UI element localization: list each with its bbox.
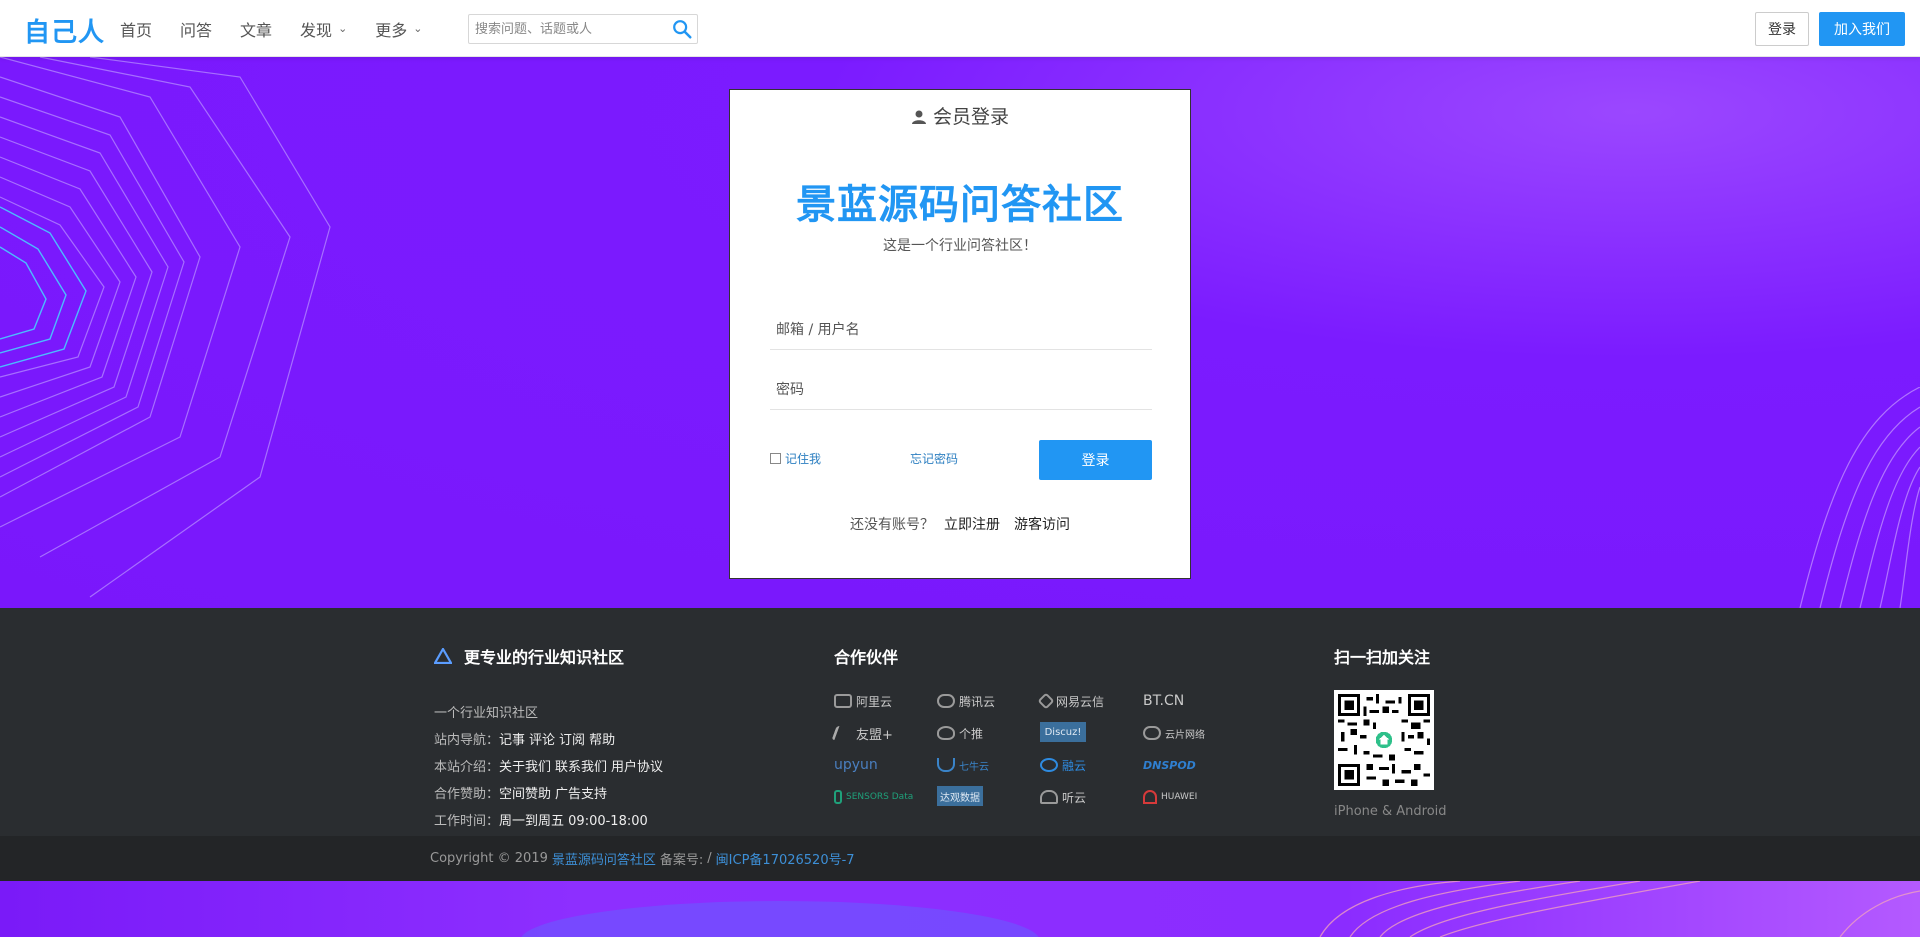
search-input[interactable]	[469, 15, 659, 43]
footer-qr: 扫一扫加关注 iPhone & Android	[1334, 644, 1447, 819]
chevron-down-icon: ⌄	[338, 22, 348, 35]
footer-link-comments[interactable]: 评论	[529, 733, 555, 748]
partner-logo[interactable]: 友盟+	[831, 722, 915, 744]
partner-logo[interactable]: 阿里云	[834, 690, 915, 712]
sensors-icon	[834, 790, 842, 804]
aliyun-icon	[834, 694, 852, 708]
header-login-button[interactable]: 登录	[1755, 12, 1809, 46]
footer-about: 更专业的行业知识社区 一个行业知识社区 站内导航：记事 评论 订阅 帮助 本站介绍：关…	[434, 644, 764, 829]
copyright-text: Copyright © 2019	[430, 851, 548, 866]
footer-link-space-sponsor[interactable]: 空间赞助	[499, 787, 551, 802]
nav-item-more[interactable]: 更多 ⌄	[375, 17, 422, 41]
site-footer: 更专业的行业知识社区 一个行业知识社区 站内导航：记事 评论 订阅 帮助 本站介绍：关…	[0, 608, 1920, 836]
footer-intro-row: 本站介绍：关于我们 联系我们 用户协议	[434, 760, 664, 775]
remember-me-label: 记住我	[785, 452, 822, 466]
partner-logo[interactable]: DNSPOD	[1143, 754, 1224, 776]
partner-logo[interactable]: 七牛云	[937, 754, 1018, 776]
cloud-icon	[937, 694, 955, 708]
triangle-logo-icon	[434, 648, 452, 664]
nav-item-articles[interactable]: 文章	[240, 17, 272, 41]
bottom-decorative-band	[0, 881, 1920, 937]
huawei-icon	[1143, 790, 1157, 804]
remember-me-checkbox[interactable]: 记住我	[770, 450, 821, 467]
site-logo[interactable]: 自己人	[24, 12, 105, 49]
username-input[interactable]	[770, 310, 1152, 350]
rongcloud-icon	[1040, 758, 1058, 772]
cloud-icon	[1143, 726, 1161, 740]
qr-heading: 扫一扫加关注	[1334, 648, 1431, 667]
netease-icon	[1037, 692, 1055, 710]
footer-link-about[interactable]: 关于我们	[499, 760, 551, 775]
partner-logo[interactable]: 达观数据	[937, 786, 983, 806]
partner-logos: 阿里云 腾讯云 网易云信 BT.CN 友盟+ 个推 Discuz! 云片网络 u…	[831, 690, 1294, 818]
footer-link-terms[interactable]: 用户协议	[611, 760, 663, 775]
footer-link-ads[interactable]: 广告支持	[555, 787, 607, 802]
getui-icon	[937, 726, 955, 740]
partner-logo[interactable]: 听云	[1040, 786, 1121, 808]
work-hours: 周一到周五 09:00-18:00	[499, 814, 648, 829]
footer-about-heading: 更专业的行业知识社区	[434, 644, 764, 668]
login-card-heading: 会员登录	[730, 102, 1190, 129]
partners-heading: 合作伙伴	[834, 648, 899, 667]
footer-link-help[interactable]: 帮助	[589, 733, 615, 748]
partner-logo[interactable]: 网易云信	[1037, 690, 1121, 712]
footer-partners: 合作伙伴 阿里云 腾讯云 网易云信 BT.CN 友盟+ 个推 Discuz! 云…	[831, 644, 1294, 818]
partner-logo[interactable]: BT.CN	[1143, 690, 1224, 712]
community-title: 景蓝源码问答社区	[796, 182, 1124, 228]
search-box	[468, 14, 698, 44]
decorative-lines	[0, 57, 331, 598]
hero-banner: 会员登录 景蓝源码问答社区 这是一个行业问答社区！ 记住我 忘记密码 登录 还没…	[0, 57, 1920, 608]
umeng-icon	[831, 726, 855, 740]
footer-about-subtitle: 一个行业知识社区	[434, 706, 539, 721]
register-link[interactable]: 立即注册	[944, 517, 1000, 533]
no-account-text: 还没有账号？	[850, 517, 934, 533]
qr-code	[1334, 690, 1434, 790]
register-prompt: 还没有账号？ 立即注册 游客访问	[730, 514, 1190, 534]
partner-logo[interactable]: SENSORS Data	[834, 786, 915, 808]
top-header: 自己人 首页 问答 文章 发现⌄ 更多⌄ 登录 加入我们	[0, 0, 1920, 57]
password-input[interactable]	[770, 370, 1152, 410]
footer-nav-row: 站内导航：记事 评论 订阅 帮助	[434, 733, 616, 748]
footer-link-notes[interactable]: 记事	[499, 733, 525, 748]
footer-link-subscribe[interactable]: 订阅	[559, 733, 585, 748]
footer-link-contact[interactable]: 联系我们	[555, 760, 607, 775]
record-separator: /	[707, 851, 712, 866]
qr-caption: iPhone & Android	[1334, 804, 1447, 819]
copyright-bar: Copyright © 2019 景蓝源码问答社区 备案号: / 闽ICP备17…	[0, 836, 1920, 881]
guest-access-link[interactable]: 游客访问	[1014, 517, 1070, 533]
community-subtitle: 这是一个行业问答社区！	[883, 238, 1037, 254]
partner-logo[interactable]: HUAWEI	[1143, 786, 1224, 808]
partner-logo[interactable]: 融云	[1040, 754, 1121, 776]
partner-logo[interactable]: 云片网络	[1143, 722, 1224, 744]
search-icon[interactable]	[671, 18, 693, 40]
footer-sponsor-row: 合作赞助：空间赞助 广告支持	[434, 787, 608, 802]
user-icon	[911, 110, 926, 124]
nav-item-questions[interactable]: 问答	[180, 17, 212, 41]
footer-hours-row: 工作时间：周一到周五 09:00-18:00	[434, 814, 648, 829]
nav-item-discover[interactable]: 发现 ⌄	[300, 17, 347, 41]
partner-logo[interactable]: 个推	[937, 722, 1018, 744]
site-name-link[interactable]: 景蓝源码问答社区	[552, 849, 656, 868]
decorative-lines	[521, 881, 1920, 937]
partner-logo[interactable]: 腾讯云	[937, 690, 1018, 712]
join-us-button[interactable]: 加入我们	[1819, 12, 1905, 46]
partner-logo[interactable]: Discuz!	[1040, 722, 1086, 742]
partner-logo[interactable]: upyun	[834, 754, 915, 776]
nav-item-home[interactable]: 首页	[120, 17, 152, 41]
qiniu-icon	[937, 758, 955, 772]
login-submit-button[interactable]: 登录	[1039, 440, 1152, 480]
decorative-lines	[1799, 387, 1920, 608]
record-label: 备案号:	[659, 853, 704, 868]
qr-code-image	[1338, 694, 1430, 786]
checkbox-icon[interactable]	[770, 453, 781, 464]
login-card: 会员登录 景蓝源码问答社区 这是一个行业问答社区！ 记住我 忘记密码 登录 还没…	[729, 89, 1191, 579]
chevron-down-icon: ⌄	[413, 22, 423, 35]
forgot-password-link[interactable]: 忘记密码	[910, 450, 958, 467]
main-nav: 首页 问答 文章 发现 ⌄ 更多 ⌄	[120, 0, 451, 57]
tingyun-icon	[1040, 790, 1058, 804]
icp-record-link[interactable]: 闽ICP备17026520号-7	[716, 849, 855, 868]
